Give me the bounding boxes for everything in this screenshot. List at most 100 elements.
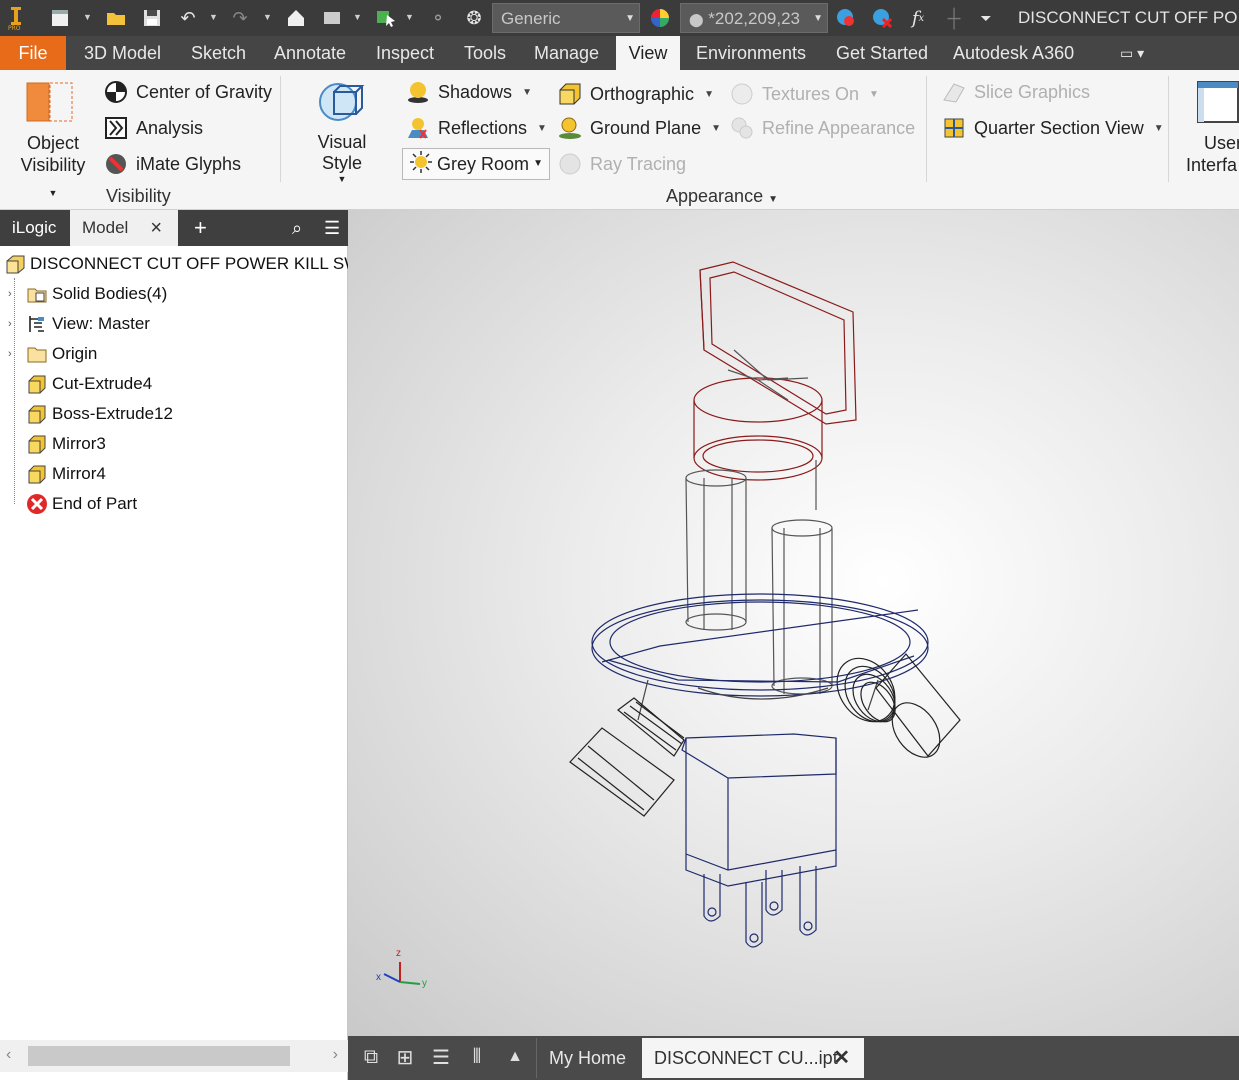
- tile-windows-icon[interactable]: ⊞: [392, 1044, 418, 1070]
- menu-icon[interactable]: ☰: [312, 210, 352, 246]
- ground-plane-label: Ground Plane: [590, 117, 702, 138]
- model-browser: iLogic Model × + ⌕ ☰ DISCONNECT CUT OFF …: [0, 210, 388, 1080]
- orthographic-button[interactable]: Orthographic ▼: [558, 82, 714, 106]
- chevron-right-icon[interactable]: ›: [8, 288, 18, 300]
- new-dropdown-icon[interactable]: ▼: [83, 12, 93, 22]
- document-tab-bar: ⧉ ⊞ ☰ ⫴ ▲ My Home DISCONNECT CU...ipt ✕: [348, 1036, 1239, 1080]
- tile-vertical-icon[interactable]: ⫴: [464, 1044, 490, 1070]
- object-visibility-label-2: Visibility: [20, 155, 86, 175]
- tab-document[interactable]: DISCONNECT CU...ipt ✕: [642, 1038, 864, 1078]
- color-override-combo[interactable]: ⬤ *202,209,23 ▼: [680, 3, 828, 33]
- tree-item-end-of-part[interactable]: End of Part: [26, 490, 137, 518]
- shadows-button[interactable]: Shadows ▼: [406, 80, 532, 104]
- undo-icon[interactable]: ↶: [176, 6, 200, 30]
- ray-tracing-button[interactable]: Ray Tracing: [558, 152, 686, 176]
- add-tab-icon[interactable]: +: [182, 210, 219, 246]
- tab-environments[interactable]: Environments: [692, 36, 810, 70]
- center-of-gravity-button[interactable]: Center of Gravity: [104, 80, 272, 104]
- search-icon[interactable]: ⌕: [280, 210, 314, 246]
- ground-plane-button[interactable]: Ground Plane ▼: [558, 116, 721, 140]
- quick-access-toolbar: PRO ▼ ↶ ▼ ↷ ▼ ▼ ▼ ⚬ ❂ Generic ▼ ⬤ *202,2…: [0, 0, 1239, 36]
- tree-item-origin[interactable]: › Origin: [0, 340, 97, 368]
- tab-model[interactable]: Model ×: [70, 210, 178, 246]
- project-icon[interactable]: [320, 6, 344, 30]
- tab-get-started[interactable]: Get Started: [832, 36, 932, 70]
- reflections-button[interactable]: Reflections ▼: [406, 116, 547, 140]
- open-folder-icon[interactable]: [104, 6, 128, 30]
- refine-appearance-button[interactable]: Refine Appearance: [730, 116, 915, 140]
- tab-my-home[interactable]: My Home: [536, 1038, 638, 1078]
- customize-dropdown-icon[interactable]: ⏷: [974, 6, 998, 30]
- object-visibility-button[interactable]: Object Visibility ▼: [18, 132, 88, 204]
- project-dropdown-icon[interactable]: ▼: [353, 12, 363, 22]
- user-interface-icon[interactable]: [1196, 80, 1239, 129]
- orthographic-label: Orthographic: [590, 83, 695, 104]
- appearance-sphere-icon[interactable]: [648, 6, 672, 30]
- tab-manage[interactable]: Manage: [530, 36, 603, 70]
- imate-glyphs-button[interactable]: iMate Glyphs: [104, 152, 241, 176]
- object-visibility-icon[interactable]: [26, 82, 74, 129]
- redo-icon[interactable]: ↷: [228, 6, 252, 30]
- crosshair-icon[interactable]: ┼: [942, 6, 966, 30]
- tab-autodesk-a360[interactable]: Autodesk A360: [949, 36, 1078, 70]
- graphics-viewport[interactable]: z x y: [348, 210, 1239, 1036]
- visual-style-icon[interactable]: [316, 78, 366, 133]
- tab-sketch[interactable]: Sketch: [187, 36, 250, 70]
- quarter-section-view-button[interactable]: Quarter Section View ▼: [942, 116, 1164, 140]
- triangle-up-icon[interactable]: ▲: [502, 1044, 528, 1070]
- tree-root[interactable]: DISCONNECT CUT OFF POWER KILL SWITC: [4, 250, 388, 278]
- tree-item-mirror3[interactable]: Mirror3: [26, 430, 106, 458]
- tab-annotate[interactable]: Annotate: [270, 36, 350, 70]
- tab-tools[interactable]: Tools: [460, 36, 510, 70]
- save-icon[interactable]: [140, 6, 164, 30]
- user-interface-button[interactable]: User Interfa: [1186, 132, 1239, 176]
- function-icon[interactable]: fx: [906, 6, 930, 30]
- redo-dropdown-icon[interactable]: ▼: [263, 12, 273, 22]
- lighting-style-combo[interactable]: Grey Room ▼: [402, 148, 550, 180]
- scrollbar-thumb[interactable]: [28, 1046, 290, 1066]
- textures-icon: [730, 82, 754, 106]
- tab-view[interactable]: View: [616, 36, 680, 70]
- update-icon[interactable]: ⚬: [426, 6, 450, 30]
- tree-item-view-master[interactable]: › View: Master: [0, 310, 150, 338]
- tree-item-boss-extrude12[interactable]: Boss-Extrude12: [26, 400, 173, 428]
- adjust-appearance-icon[interactable]: [834, 6, 858, 30]
- clear-appearance-icon[interactable]: [870, 6, 894, 30]
- axis-triad: [383, 962, 421, 985]
- appearance-panel-label[interactable]: Appearance ▼: [666, 186, 778, 207]
- close-icon[interactable]: ✕: [833, 1038, 850, 1078]
- chevron-left-icon[interactable]: ‹: [6, 1046, 11, 1064]
- home-icon[interactable]: [284, 6, 308, 30]
- new-file-icon[interactable]: [48, 6, 72, 30]
- cascade-windows-icon[interactable]: ⧉: [358, 1044, 384, 1070]
- tab-file[interactable]: File: [0, 36, 66, 70]
- tree-item-cut-extrude4[interactable]: Cut-Extrude4: [26, 370, 152, 398]
- select-icon[interactable]: [374, 6, 398, 30]
- settings-wheel-icon[interactable]: ❂: [462, 6, 486, 30]
- chevron-down-icon: ▼: [704, 88, 714, 100]
- slice-graphics-button[interactable]: Slice Graphics: [942, 80, 1090, 104]
- close-icon[interactable]: ×: [150, 210, 162, 246]
- tab-ilogic[interactable]: iLogic: [0, 210, 68, 246]
- tile-horizontal-icon[interactable]: ☰: [428, 1044, 454, 1070]
- inventor-logo-icon: PRO: [4, 6, 28, 31]
- chevron-right-icon[interactable]: ›: [8, 318, 18, 330]
- material-value: Generic: [501, 9, 561, 28]
- analysis-button[interactable]: Analysis: [104, 116, 203, 140]
- tab-inspect[interactable]: Inspect: [372, 36, 438, 70]
- material-combo[interactable]: Generic ▼: [492, 3, 640, 33]
- chevron-right-icon[interactable]: ›: [8, 348, 18, 360]
- ribbon-tabs: File 3D Model Sketch Annotate Inspect To…: [0, 36, 1239, 70]
- undo-dropdown-icon[interactable]: ▼: [209, 12, 219, 22]
- panel-options-icon[interactable]: ▭ ▾: [1116, 36, 1148, 70]
- tree-item-solid-bodies[interactable]: › Solid Bodies(4): [0, 280, 167, 308]
- textures-on-button[interactable]: Textures On ▼: [730, 82, 879, 106]
- chevron-right-icon[interactable]: ›: [333, 1046, 338, 1064]
- select-dropdown-icon[interactable]: ▼: [405, 12, 415, 22]
- tab-3d-model[interactable]: 3D Model: [80, 36, 165, 70]
- tree-item-mirror4[interactable]: Mirror4: [26, 460, 106, 488]
- chevron-down-icon: ▼: [869, 88, 879, 100]
- visual-style-button[interactable]: Visual Style ▼: [296, 132, 388, 184]
- chevron-down-icon: ▼: [48, 188, 58, 198]
- browser-horizontal-scrollbar[interactable]: ‹ ›: [0, 1040, 348, 1072]
